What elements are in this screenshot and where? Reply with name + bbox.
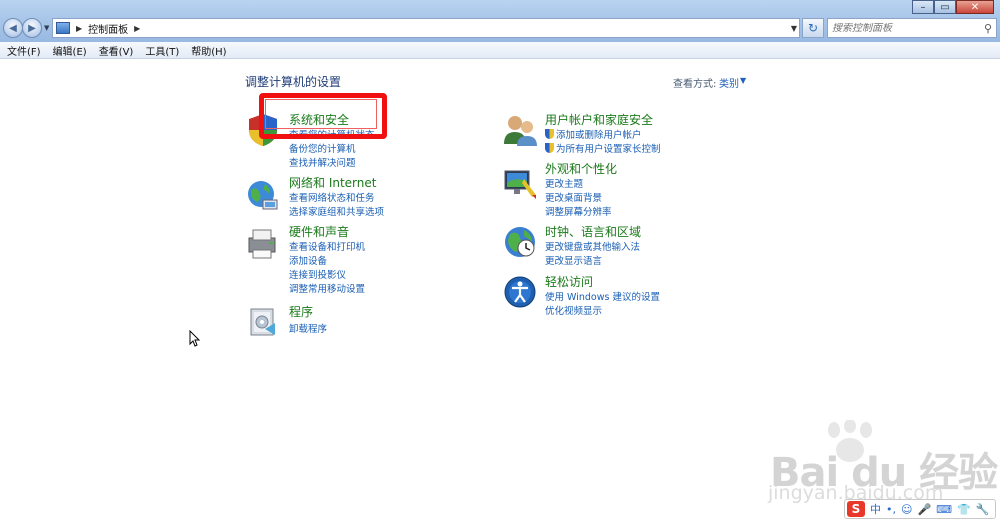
link-troubleshoot[interactable]: 查找并解决问题 [289,155,356,169]
link-add-remove-accounts-label[interactable]: 添加或删除用户帐户 [556,130,642,141]
link-desktop-background[interactable]: 更改桌面背景 [545,190,602,204]
link-devices-printers[interactable]: 查看设备和打印机 [289,239,365,253]
link-mobility-settings[interactable]: 调整常用移动设置 [289,281,365,295]
clock-globe-icon [505,227,535,257]
menu-help[interactable]: 帮助(H) [184,43,231,58]
recent-pages-dropdown[interactable]: ▼ [44,24,49,32]
category-appearance[interactable]: 外观和个性化 [545,160,617,177]
menu-file[interactable]: 文件(F) [0,43,46,58]
category-user-accounts[interactable]: 用户帐户和家庭安全 [545,111,653,128]
category-ease-of-access[interactable]: 轻松访问 [545,273,593,290]
refresh-button[interactable]: ↻ [802,18,824,38]
punctuation-icon[interactable]: •, [886,503,896,516]
link-homegroup-sharing[interactable]: 选择家庭组和共享选项 [289,204,384,218]
network-icon [248,181,278,210]
arrow-left-icon: ◀ [9,22,17,34]
link-add-remove-accounts[interactable]: 添加或删除用户帐户 [545,127,642,141]
address-dropdown-icon[interactable]: ▼ [791,24,797,33]
keyboard-icon[interactable]: ⌨ [936,503,952,516]
category-hardware-sound[interactable]: 硬件和声音 [289,223,349,240]
maximize-button[interactable]: ▭ [934,0,956,14]
window-titlebar: – ▭ ✕ ◀ ▶ ▼ ▶ 控制面板 ▶ ▼ ↻ ⚲ [0,0,1000,42]
link-display-language[interactable]: 更改显示语言 [545,253,602,267]
caption-buttons: – ▭ ✕ [912,0,994,14]
sogou-logo-icon[interactable]: S [847,501,865,517]
breadcrumb-control-panel[interactable]: 控制面板 [88,21,128,36]
ease-of-access-icon [504,276,536,308]
forward-button[interactable]: ▶ [22,18,42,38]
menu-view[interactable]: 查看(V) [92,43,139,58]
link-keyboard-input[interactable]: 更改键盘或其他输入法 [545,239,640,253]
users-icon [504,116,537,146]
link-recommended-settings[interactable]: 使用 Windows 建议的设置 [545,289,660,303]
back-button[interactable]: ◀ [3,18,23,38]
uac-shield-icon [545,129,554,139]
link-change-theme[interactable]: 更改主题 [545,176,583,190]
uac-shield-icon [545,143,554,153]
skin-icon[interactable]: 👕 [957,503,971,516]
close-button[interactable]: ✕ [956,0,994,14]
search-icon[interactable]: ⚲ [984,22,992,35]
view-by-dropdown[interactable]: 类别 [719,75,739,90]
minimize-button[interactable]: – [912,0,934,14]
printer-icon [248,229,276,259]
control-panel-icon [56,22,70,34]
menu-bar: 文件(F) 编辑(E) 查看(V) 工具(T) 帮助(H) [0,42,1000,59]
link-parental-controls[interactable]: 为所有用户设置家长控制 [545,141,661,155]
programs-icon [250,308,275,336]
focus-rectangle [265,99,377,129]
search-box[interactable]: ⚲ [827,18,997,38]
category-network-internet[interactable]: 网络和 Internet [289,174,376,191]
mouse-cursor-icon [189,330,201,347]
link-add-device[interactable]: 添加设备 [289,253,327,267]
address-bar[interactable]: ▶ 控制面板 ▶ ▼ [52,18,800,38]
link-network-status[interactable]: 查看网络状态和任务 [289,190,375,204]
link-parental-controls-label[interactable]: 为所有用户设置家长控制 [556,144,661,155]
breadcrumb-separator-icon[interactable]: ▶ [134,24,140,33]
microphone-icon[interactable]: 🎤 [917,503,931,516]
page-title: 调整计算机的设置 [245,75,342,89]
settings-wrench-icon[interactable]: 🔧 [976,503,990,516]
view-by-label: 查看方式: [673,79,717,90]
category-clock-language-region[interactable]: 时钟、语言和区域 [545,223,641,240]
ime-toolbar: S 中 •, ☺ 🎤 ⌨ 👕 🔧 [844,499,996,519]
search-input[interactable] [832,22,982,34]
link-optimize-display[interactable]: 优化视频显示 [545,303,602,317]
arrow-right-icon: ▶ [28,22,36,34]
ime-language-toggle[interactable]: 中 [870,501,881,517]
refresh-icon: ↻ [807,21,819,35]
chevron-down-icon[interactable]: ▼ [740,76,746,85]
menu-edit[interactable]: 编辑(E) [46,43,92,58]
breadcrumb-separator-icon[interactable]: ▶ [76,24,82,33]
appearance-icon [504,170,536,199]
link-connect-projector[interactable]: 连接到投影仪 [289,267,346,281]
link-uninstall-program[interactable]: 卸载程序 [289,321,327,335]
link-screen-resolution[interactable]: 调整屏幕分辨率 [545,204,612,218]
menu-tools[interactable]: 工具(T) [138,43,184,58]
category-programs[interactable]: 程序 [289,303,313,320]
link-backup-computer[interactable]: 备份您的计算机 [289,141,356,155]
emoji-icon[interactable]: ☺ [901,503,912,516]
